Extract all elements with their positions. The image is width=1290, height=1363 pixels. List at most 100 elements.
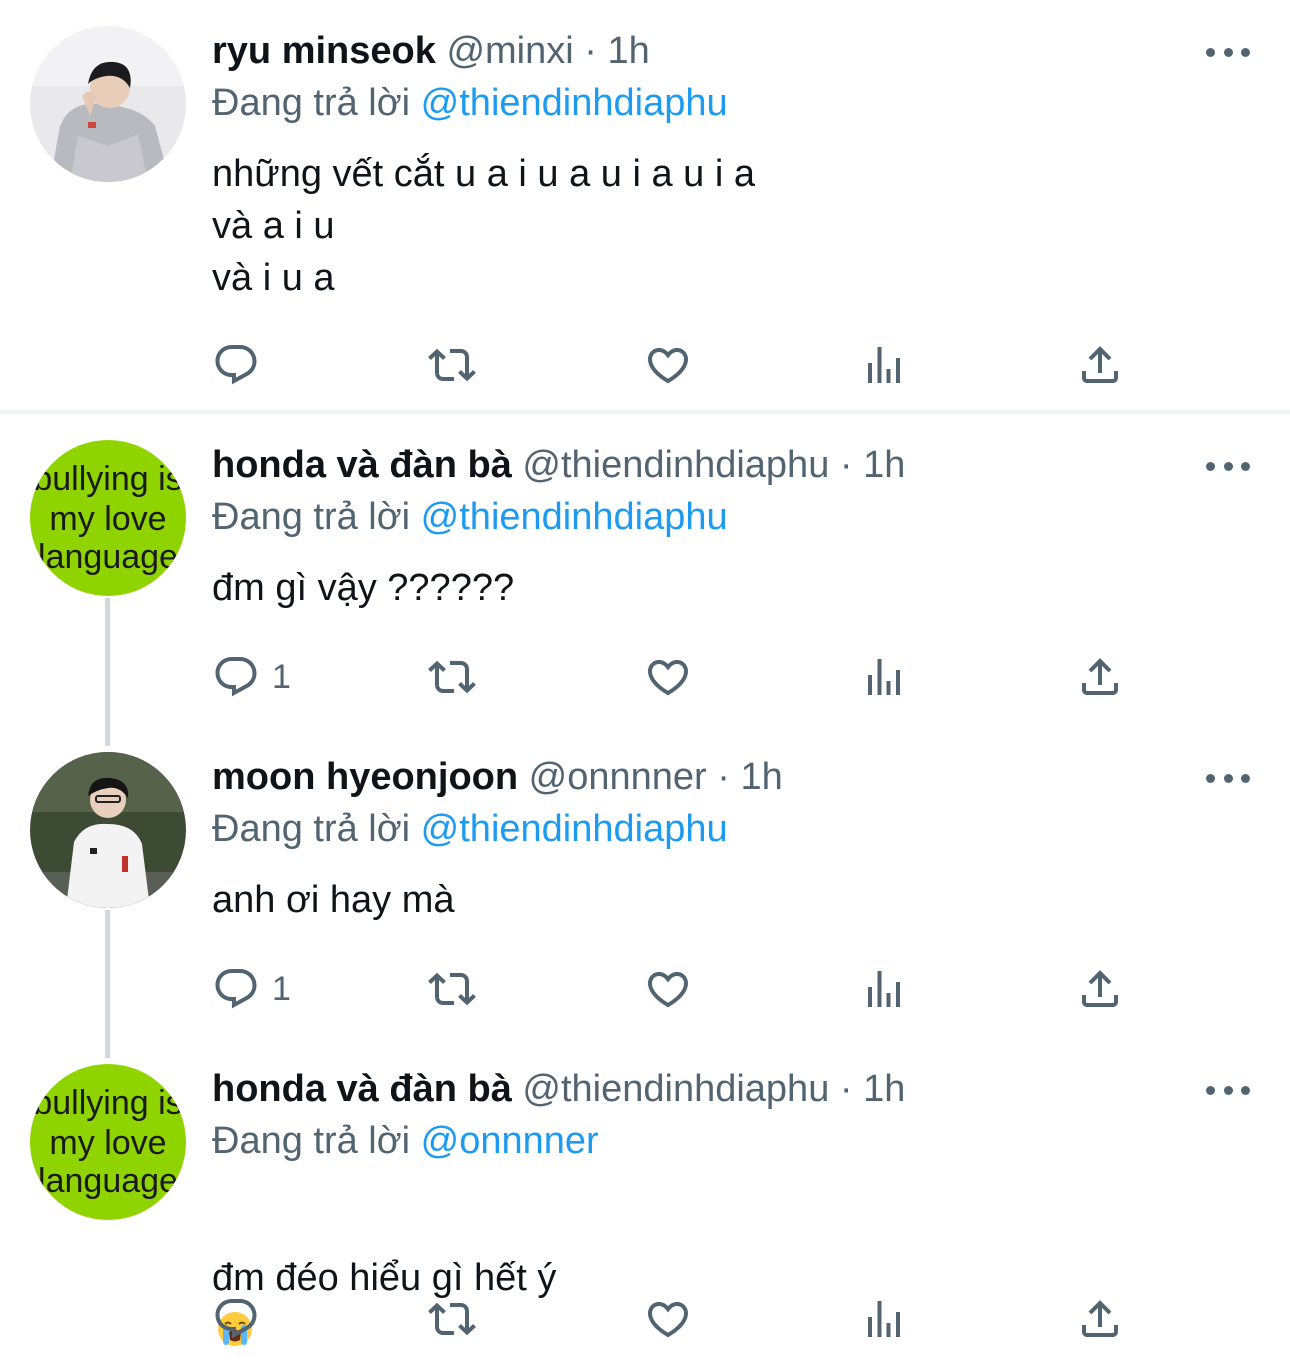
reply-button[interactable]: [212, 340, 272, 390]
more-icon[interactable]: [1206, 768, 1250, 788]
more-icon[interactable]: [1206, 42, 1250, 62]
display-name[interactable]: moon hyeonjoon: [212, 756, 518, 798]
username[interactable]: @thiendinhdiaphu: [522, 444, 829, 486]
retweet-button[interactable]: [428, 964, 476, 1014]
username[interactable]: @thiendinhdiaphu: [522, 1068, 829, 1110]
tweet[interactable]: bullying is my love language honda và đà…: [0, 414, 1290, 734]
retweet-button[interactable]: [428, 652, 476, 702]
mention-link[interactable]: @thiendinhdiaphu: [421, 808, 728, 850]
tweet-text: đm gì vậy ??????: [212, 567, 515, 609]
replying-prefix: Đang trả lời: [212, 1120, 411, 1162]
separator: ·: [839, 444, 853, 486]
display-name[interactable]: ryu minseok: [212, 30, 436, 72]
share-button[interactable]: [1076, 1294, 1124, 1344]
timestamp[interactable]: 1h: [740, 756, 782, 798]
views-icon: [860, 653, 908, 701]
share-icon: [1076, 965, 1124, 1013]
mention-link[interactable]: @thiendinhdiaphu: [421, 496, 728, 538]
retweet-icon: [428, 341, 476, 389]
share-icon: [1076, 653, 1124, 701]
replying-to: Đang trả lời @thiendinhdiaphu: [212, 806, 728, 852]
like-button[interactable]: [644, 1294, 692, 1344]
separator: ·: [584, 30, 597, 72]
replying-to: Đang trả lời @thiendinhdiaphu: [212, 494, 728, 540]
tweet-header: moon hyeonjoon @onnnner · 1h: [212, 754, 783, 800]
retweet-button[interactable]: [428, 340, 476, 390]
timestamp[interactable]: 1h: [607, 30, 649, 72]
more-icon[interactable]: [1206, 1080, 1250, 1100]
avatar[interactable]: [30, 752, 186, 908]
avatar-text: language: [38, 538, 178, 576]
retweet-icon: [428, 965, 476, 1013]
reply-icon: [212, 965, 260, 1013]
more-icon[interactable]: [1206, 456, 1250, 476]
heart-icon: [644, 1295, 692, 1343]
views-button[interactable]: [860, 340, 908, 390]
action-bar: 1: [212, 964, 1132, 1014]
share-button[interactable]: [1076, 652, 1124, 702]
reply-icon: [212, 1295, 260, 1343]
timestamp[interactable]: 1h: [863, 444, 905, 486]
avatar-text: language: [38, 1162, 178, 1200]
replying-to: Đang trả lời @onnnner: [212, 1118, 599, 1164]
tweet-header: honda và đàn bà @thiendinhdiaphu · 1h: [212, 1066, 905, 1112]
separator: ·: [839, 1068, 853, 1110]
timestamp[interactable]: 1h: [863, 1068, 905, 1110]
retweet-icon: [428, 1295, 476, 1343]
tweet-text: đm đéo hiểu gì hết ý: [212, 1257, 557, 1299]
tweet-header: ryu minseok @minxi · 1h: [212, 28, 650, 74]
replying-prefix: Đang trả lời: [212, 808, 411, 850]
avatar[interactable]: bullying is my love language: [30, 440, 186, 596]
display-name[interactable]: honda và đàn bà: [212, 1068, 512, 1110]
tweet[interactable]: ryu minseok @minxi · 1h Đang trả lời @th…: [0, 0, 1290, 410]
views-button[interactable]: [860, 964, 908, 1014]
tweet-text: anh ơi hay mà: [212, 879, 455, 921]
reply-count: 1: [272, 969, 291, 1008]
avatar-text: my love: [49, 500, 166, 538]
heart-icon: [644, 965, 692, 1013]
views-icon: [860, 1295, 908, 1343]
views-icon: [860, 965, 908, 1013]
action-bar: [212, 340, 1132, 390]
avatar[interactable]: [30, 26, 186, 182]
action-bar: [212, 1294, 1132, 1344]
reply-count: 1: [272, 657, 291, 696]
action-bar: 1: [212, 652, 1132, 702]
views-button[interactable]: [860, 1294, 908, 1344]
share-button[interactable]: [1076, 964, 1124, 1014]
replying-prefix: Đang trả lời: [212, 82, 411, 124]
display-name[interactable]: honda và đàn bà: [212, 444, 512, 486]
share-icon: [1076, 1295, 1124, 1343]
tweet[interactable]: moon hyeonjoon @onnnner · 1h Đang trả lờ…: [0, 726, 1290, 1046]
mention-link[interactable]: @thiendinhdiaphu: [421, 82, 728, 124]
mention-link[interactable]: @onnnner: [421, 1120, 599, 1162]
tweet-header: honda và đàn bà @thiendinhdiaphu · 1h: [212, 442, 905, 488]
reply-icon: [212, 341, 260, 389]
replying-prefix: Đang trả lời: [212, 496, 411, 538]
tweet[interactable]: bullying is my love language honda và đà…: [0, 1038, 1290, 1363]
retweet-icon: [428, 653, 476, 701]
views-button[interactable]: [860, 652, 908, 702]
reply-icon: [212, 653, 260, 701]
views-icon: [860, 341, 908, 389]
avatar[interactable]: bullying is my love language: [30, 1064, 186, 1220]
tweet-text: những vết cắt u a i u a u i a u i a và a…: [212, 153, 756, 299]
like-button[interactable]: [644, 964, 692, 1014]
avatar-text: my love: [49, 1124, 166, 1162]
replying-to: Đang trả lời @thiendinhdiaphu: [212, 80, 728, 126]
username[interactable]: @minxi: [446, 30, 573, 72]
heart-icon: [644, 341, 692, 389]
separator: ·: [717, 756, 730, 798]
heart-icon: [644, 653, 692, 701]
reply-button[interactable]: 1: [212, 652, 291, 702]
share-button[interactable]: [1076, 340, 1124, 390]
like-button[interactable]: [644, 340, 692, 390]
retweet-button[interactable]: [428, 1294, 476, 1344]
like-button[interactable]: [644, 652, 692, 702]
reply-button[interactable]: 1: [212, 964, 291, 1014]
username[interactable]: @onnnner: [529, 756, 707, 798]
reply-button[interactable]: [212, 1294, 272, 1344]
avatar-text: bullying is: [33, 460, 182, 498]
avatar-text: bullying is: [33, 1084, 182, 1122]
share-icon: [1076, 341, 1124, 389]
